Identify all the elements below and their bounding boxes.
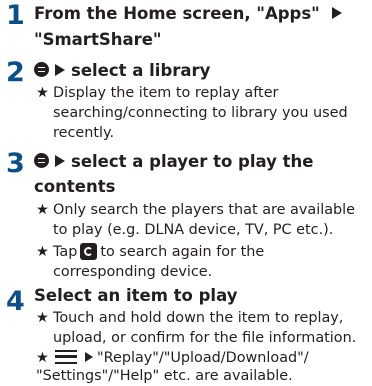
note-line: Display the item to replay after <box>53 85 279 101</box>
step-number: 2 <box>6 57 25 88</box>
menu-icon[interactable] <box>55 350 77 364</box>
note-text: to search again for the <box>100 244 265 260</box>
step-number: 1 <box>6 0 25 31</box>
star-icon: ★ <box>36 202 49 218</box>
refresh-icon[interactable] <box>80 242 98 260</box>
note-line: recently. <box>53 125 115 141</box>
step-number: 4 <box>6 286 25 317</box>
note-line: Touch and hold down the item to replay, <box>53 310 344 326</box>
step-number: 3 <box>6 148 25 179</box>
right-triangle-icon <box>331 6 342 19</box>
library-icon <box>34 62 49 77</box>
step-heading-line-2: contents <box>34 177 116 196</box>
star-icon: ★ <box>36 310 49 326</box>
heading-text: select a player to play the <box>71 152 314 171</box>
note-text: "Replay"/"Upload/Download"/ <box>97 350 309 366</box>
step-heading: From the Home screen, "Apps" <box>34 2 348 26</box>
player-icon <box>34 153 49 168</box>
step-heading: select a library <box>34 59 210 83</box>
star-icon: ★ <box>36 85 49 101</box>
note-line: searching/connecting to library you used <box>53 105 348 121</box>
right-triangle-icon <box>55 63 65 76</box>
heading-text: select a library <box>71 61 211 80</box>
note-text: Tap <box>53 244 78 260</box>
step-heading: select a player to play the <box>34 150 313 174</box>
note-line: upload, or confirm for the file informat… <box>53 330 357 346</box>
step-heading-line-2: "SmartShare" <box>34 30 162 49</box>
note-line: to play (e.g. DLNA device, TV, PC etc.). <box>53 222 334 238</box>
star-icon: ★ <box>36 350 49 366</box>
note-line: "Settings"/"Help" etc. are available. <box>36 368 293 384</box>
note-line: Only search the players that are availab… <box>53 202 356 218</box>
star-icon: ★ <box>36 244 49 260</box>
right-triangle-icon <box>55 154 65 167</box>
right-triangle-icon <box>85 352 93 362</box>
heading-line: From the Home screen, "Apps" <box>34 4 320 23</box>
step-heading: Select an item to play <box>34 286 238 305</box>
note-line: corresponding device. <box>53 264 213 280</box>
